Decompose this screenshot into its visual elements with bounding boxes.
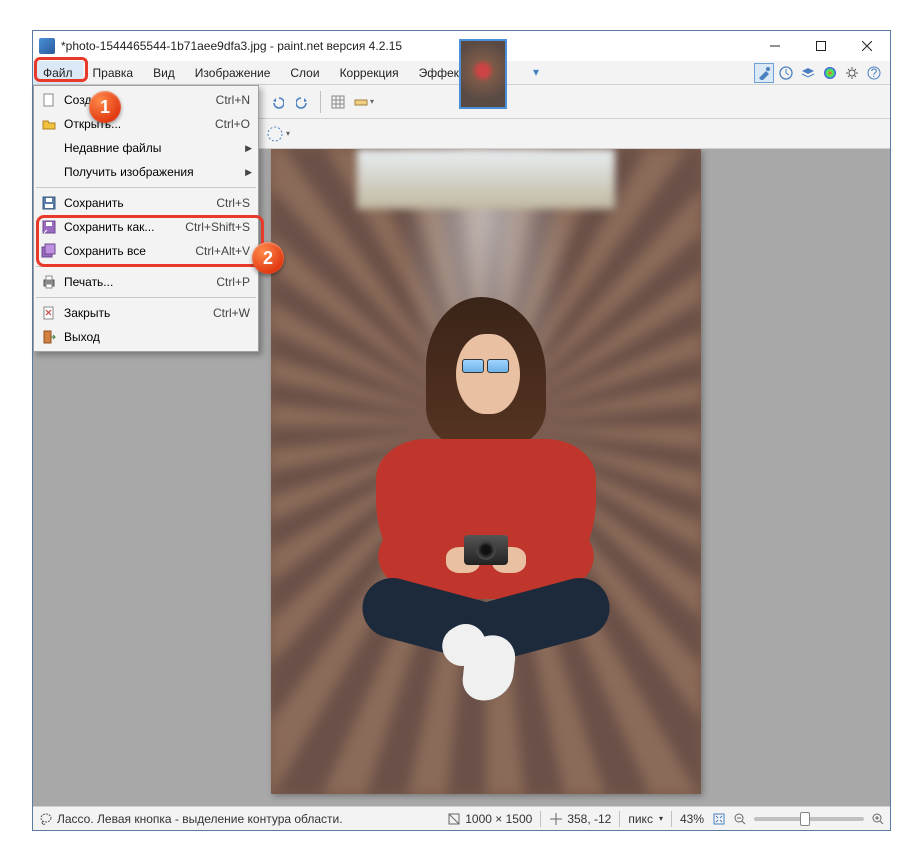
settings-button[interactable] — [842, 63, 862, 83]
menu-save-all[interactable]: Сохранить все Ctrl+Alt+V — [34, 239, 258, 263]
undo-button[interactable] — [265, 90, 289, 114]
menu-print[interactable]: Печать... Ctrl+P — [34, 270, 258, 294]
menu-separator — [36, 187, 256, 188]
menu-layers[interactable]: Слои — [280, 61, 329, 84]
menu-recent-label: Недавние файлы — [60, 141, 252, 155]
redo-button[interactable] — [291, 90, 315, 114]
menu-view[interactable]: Вид — [143, 61, 185, 84]
canvas-image[interactable] — [271, 149, 701, 794]
zoom-fit-button[interactable] — [712, 812, 726, 826]
menu-save-as-label: Сохранить как... — [60, 220, 185, 234]
menubar: Файл Правка Вид Изображение Слои Коррекц… — [33, 61, 890, 85]
menu-acquire[interactable]: Получить изображения ▶ — [34, 160, 258, 184]
open-icon — [38, 116, 60, 132]
app-icon — [39, 38, 55, 54]
annotation-badge-1: 1 — [89, 91, 121, 123]
save-icon — [38, 195, 60, 211]
menu-close-label: Закрыть — [60, 306, 213, 320]
menu-new-label: Создать... — [60, 93, 216, 107]
menu-image[interactable]: Изображение — [185, 61, 281, 84]
new-icon — [38, 92, 60, 108]
zoom-slider[interactable] — [754, 817, 864, 821]
menu-edit[interactable]: Правка — [83, 61, 144, 84]
lasso-icon — [39, 812, 53, 826]
menu-close-shortcut: Ctrl+W — [213, 306, 252, 320]
colors-window-button[interactable] — [820, 63, 840, 83]
file-menu-dropdown: Создать... Ctrl+N Открыть... Ctrl+O Неда… — [33, 85, 259, 352]
menu-acquire-label: Получить изображения — [60, 165, 252, 179]
menu-adjustments[interactable]: Коррекция — [330, 61, 409, 84]
menu-exit-label: Выход — [60, 330, 252, 344]
history-window-button[interactable] — [776, 63, 796, 83]
maximize-button[interactable] — [798, 31, 844, 61]
thumb-dropdown-icon[interactable]: ▾ — [533, 65, 539, 79]
close-button[interactable] — [844, 31, 890, 61]
menu-separator — [36, 297, 256, 298]
saveall-icon — [38, 243, 60, 259]
ruler-button[interactable] — [352, 90, 376, 114]
menu-open[interactable]: Открыть... Ctrl+O — [34, 112, 258, 136]
saveas-icon — [38, 219, 60, 235]
menu-new[interactable]: Создать... Ctrl+N — [34, 88, 258, 112]
toolbar-separator — [320, 91, 321, 113]
submenu-arrow-icon: ▶ — [245, 143, 252, 154]
minimize-button[interactable] — [752, 31, 798, 61]
menu-separator — [36, 266, 256, 267]
menu-file[interactable]: Файл — [33, 61, 83, 84]
menu-save-shortcut: Ctrl+S — [216, 196, 252, 210]
menu-save-label: Сохранить — [60, 196, 216, 210]
help-button[interactable]: ? — [864, 63, 884, 83]
status-hint: Лассо. Левая кнопка - выделение контура … — [39, 812, 343, 826]
size-icon — [447, 812, 461, 826]
zoom-out-button[interactable] — [734, 813, 746, 825]
menu-save-as[interactable]: Сохранить как... Ctrl+Shift+S — [34, 215, 258, 239]
status-units[interactable]: пикс▾ — [628, 812, 663, 826]
menu-recent[interactable]: Недавние файлы ▶ — [34, 136, 258, 160]
document-thumbnail[interactable] — [459, 39, 507, 109]
close-doc-icon — [38, 305, 60, 321]
app-window: *photo-1544465544-1b71aee9dfa3.jpg - pai… — [32, 30, 891, 831]
menu-save-as-shortcut: Ctrl+Shift+S — [185, 220, 252, 234]
menu-open-shortcut: Ctrl+O — [215, 117, 252, 131]
menu-save-all-label: Сохранить все — [60, 244, 195, 258]
grid-button[interactable] — [326, 90, 350, 114]
status-cursor: 358, -12 — [549, 812, 611, 826]
menu-save-all-shortcut: Ctrl+Alt+V — [195, 244, 252, 258]
selection-mode-dropdown[interactable] — [265, 122, 291, 146]
menu-print-shortcut: Ctrl+P — [216, 275, 252, 289]
menu-open-label: Открыть... — [60, 117, 215, 131]
menu-close-doc[interactable]: Закрыть Ctrl+W — [34, 301, 258, 325]
annotation-badge-2: 2 — [252, 242, 284, 274]
menu-print-label: Печать... — [60, 275, 216, 289]
menu-save[interactable]: Сохранить Ctrl+S — [34, 191, 258, 215]
layers-window-button[interactable] — [798, 63, 818, 83]
canvas-viewport[interactable] — [271, 149, 890, 806]
tools-window-button[interactable] — [754, 63, 774, 83]
zoom-in-button[interactable] — [872, 813, 884, 825]
status-bar: Лассо. Левая кнопка - выделение контура … — [33, 806, 890, 830]
svg-text:?: ? — [871, 66, 878, 80]
status-size: 1000 × 1500 — [447, 812, 532, 826]
menu-exit[interactable]: Выход — [34, 325, 258, 349]
exit-icon — [38, 329, 60, 345]
window-panel-buttons: ? — [754, 61, 890, 84]
window-title: *photo-1544465544-1b71aee9dfa3.jpg - pai… — [61, 39, 752, 53]
menu-new-shortcut: Ctrl+N — [216, 93, 252, 107]
print-icon — [38, 274, 60, 290]
status-zoom[interactable]: 43% — [680, 812, 704, 826]
cursor-icon — [549, 812, 563, 826]
submenu-arrow-icon: ▶ — [245, 167, 252, 178]
